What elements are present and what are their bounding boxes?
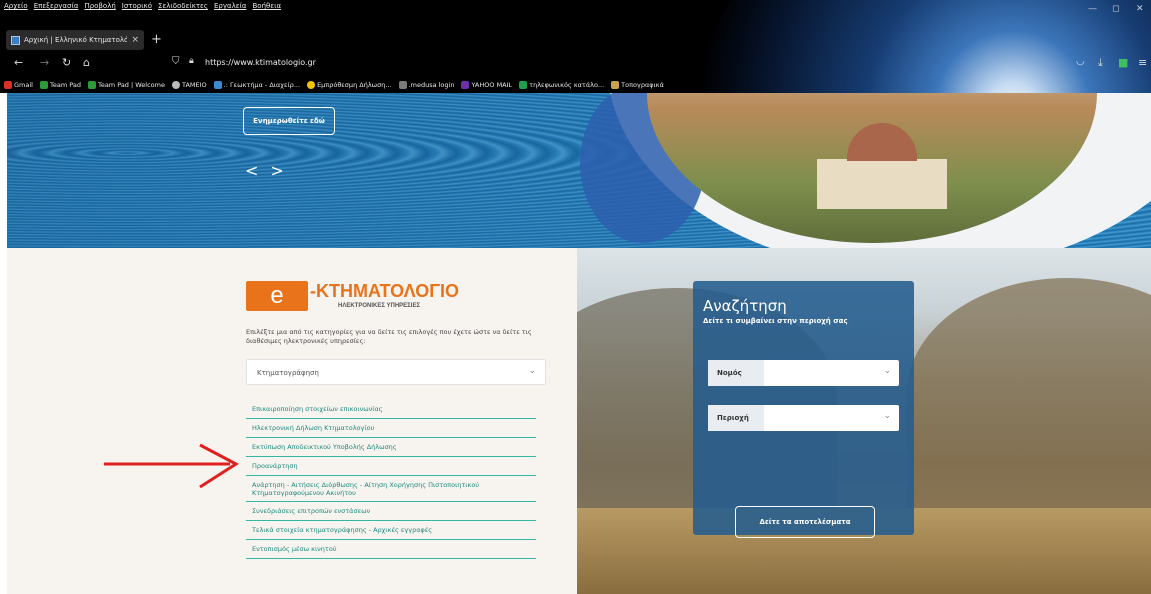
chevron-down-icon: ⌄ xyxy=(883,366,891,376)
search-title: Αναζήτηση xyxy=(703,297,787,315)
e-logo: e xyxy=(246,281,308,311)
search-card: Αναζήτηση Δείτε τι συμβαίνει στην περιοχ… xyxy=(693,281,914,538)
carousel-arrows: <> xyxy=(245,161,296,180)
bookmark-yahoo-mail[interactable]: YAHOO MAIL xyxy=(461,78,512,91)
topografika-icon xyxy=(611,80,620,89)
search-subtitle: Δείτε τι συμβαίνει στην περιοχή σας xyxy=(703,317,848,325)
bookmark-gmail[interactable]: Gmail xyxy=(4,78,33,91)
category-select[interactable]: Κτηματογράφηση ⌄ xyxy=(246,359,546,385)
phone-directory-icon xyxy=(519,80,528,89)
yahoo-mail-icon xyxy=(461,80,470,89)
mountain-right xyxy=(907,278,1151,508)
extension-icon[interactable]: ■ xyxy=(1118,56,1128,69)
service-link[interactable]: Συνεδριάσεις επιτροπών ενστάσεων xyxy=(246,502,536,521)
lock-icon[interactable]: 🔒︎ xyxy=(189,56,194,66)
medusa-icon xyxy=(398,80,407,89)
site-favicon-icon xyxy=(11,35,20,45)
logo-title: -ΚΤΗΜΑΤΟΛΟΓΙΟ xyxy=(310,281,460,301)
home-icon[interactable]: ⌂ xyxy=(83,56,90,69)
shield-icon[interactable]: ⛉ xyxy=(172,56,180,67)
service-link[interactable]: Προανάρτηση xyxy=(246,457,536,476)
menu-bookmarks[interactable]: Σελιδοδείκτες xyxy=(158,2,208,16)
service-link[interactable]: Ανάρτηση - Αιτήσεις Διόρθωσης - Αίτηση Χ… xyxy=(246,476,536,502)
bookmark-topografika[interactable]: Τοπογραφικά xyxy=(611,78,664,91)
globe-icon xyxy=(172,80,180,89)
bookmark-geoktima[interactable]: .: Γεωκτήμα - Διαχείρ... xyxy=(213,78,300,91)
arrow-head xyxy=(199,443,239,489)
chevron-down-icon: ⌄ xyxy=(883,411,891,421)
gmail-icon xyxy=(4,80,12,89)
download-icon[interactable]: ⤓ xyxy=(1098,56,1103,70)
service-link[interactable]: Εκτύπωση Αποδεικτικού Υποβολής Δήλωσης xyxy=(246,438,536,457)
browser-chrome: Αρχείο Επεξεργασία Προβολή Ιστορικό Σελι… xyxy=(0,0,1151,93)
bookmarks-toolbar: Gmail Team Pad Team Pad | Welcome TAMEIO… xyxy=(4,78,664,91)
hero-banner: Ενημερωθείτε εδώ <> xyxy=(7,93,1151,248)
show-results-button[interactable]: Δείτε τα αποτελέσματα xyxy=(735,506,875,538)
service-link[interactable]: Εντοπισμός μέσω κινητού xyxy=(246,540,536,559)
mosque-building xyxy=(817,159,947,209)
service-links: Επικαιροποίηση στοιχείων επικοινωνίας Ηλ… xyxy=(246,400,536,559)
red-arrow-annotation xyxy=(104,443,239,489)
back-icon[interactable]: ← xyxy=(14,56,23,69)
forward-icon[interactable]: → xyxy=(40,56,49,69)
dilosi-icon xyxy=(307,80,316,89)
menu-tools[interactable]: Εργαλεία xyxy=(214,2,247,16)
mosque-dome xyxy=(847,123,917,161)
chevron-down-icon: ⌄ xyxy=(528,366,536,376)
url-bar[interactable]: https://www.ktimatologio.gr xyxy=(205,58,316,67)
menu-view[interactable]: Προβολή xyxy=(84,2,115,16)
prefecture-select[interactable]: Νομός ⌄ xyxy=(708,360,899,386)
eservices-panel: e -ΚΤΗΜΑΤΟΛΟΓΙΟ ΗΛΕΚΤΡΟΝΙΚΕΣ ΥΠΗΡΕΣΙΕΣ Ε… xyxy=(7,248,577,594)
carousel-prev-icon[interactable]: < xyxy=(245,161,270,180)
menu-file[interactable]: Αρχείο xyxy=(4,2,28,16)
learn-more-button[interactable]: Ενημερωθείτε εδώ xyxy=(243,107,335,135)
logo-subtitle: ΗΛΕΚΤΡΟΝΙΚΕΣ ΥΠΗΡΕΣΙΕΣ xyxy=(338,303,421,309)
area-select[interactable]: Περιοχή ⌄ xyxy=(708,405,899,431)
new-tab-button[interactable]: + xyxy=(151,32,162,47)
navigation-bar: ← → ↻ ⌂ ⛉ 🔒︎ https://www.ktimatologio.gr… xyxy=(0,54,1151,76)
bookmark-dilosi[interactable]: Εμπρόθεσμη Δήλωση... xyxy=(307,78,392,91)
maximize-icon[interactable]: ◻ xyxy=(1112,4,1119,14)
minimize-icon[interactable]: — xyxy=(1088,4,1097,14)
landscape-panel: Αναζήτηση Δείτε τι συμβαίνει στην περιοχ… xyxy=(577,248,1151,594)
prefecture-label: Νομός xyxy=(708,360,764,386)
service-link[interactable]: Τελικά στοιχεία κτηματογράφησης - Αρχικέ… xyxy=(246,521,536,540)
bookmark-team-pad-welcome[interactable]: Team Pad | Welcome xyxy=(87,78,165,91)
menu-history[interactable]: Ιστορικό xyxy=(122,2,152,16)
reload-icon[interactable]: ↻ xyxy=(62,56,71,69)
app-menu-icon[interactable]: ≡ xyxy=(1138,56,1147,69)
category-selected-value: Κτηματογράφηση xyxy=(257,369,319,377)
tab-close-icon[interactable]: × xyxy=(131,35,139,45)
geoktima-icon xyxy=(213,80,222,89)
menu-bar: Αρχείο Επεξεργασία Προβολή Ιστορικό Σελι… xyxy=(4,2,281,16)
service-link[interactable]: Επικαιροποίηση στοιχείων επικοινωνίας xyxy=(246,400,536,419)
tab-title: Αρχική | Ελληνικό Κτηματολόγιο xyxy=(24,36,128,44)
intro-text: Επιλέξτε μια από τις κατηγορίες για να δ… xyxy=(246,328,532,345)
team-pad-icon xyxy=(39,80,48,89)
pocket-icon[interactable]: ◡ xyxy=(1076,56,1085,67)
team-pad-icon xyxy=(87,80,96,89)
service-link[interactable]: Ηλεκτρονική Δήλωση Κτηματολογίου xyxy=(246,419,536,438)
tab-bar: Αρχική | Ελληνικό Κτηματολόγιο × + xyxy=(0,28,1151,52)
bookmark-phone-directory[interactable]: τηλεφωνικός κατάλο... xyxy=(519,78,604,91)
close-window-icon[interactable]: ✕ xyxy=(1136,4,1144,14)
tab-ktimatologio[interactable]: Αρχική | Ελληνικό Κτηματολόγιο × xyxy=(6,30,144,50)
carousel-next-icon[interactable]: > xyxy=(270,161,295,180)
bookmark-tameio[interactable]: TAMEIO xyxy=(172,78,207,91)
menu-help[interactable]: Βοήθεια xyxy=(253,2,282,16)
bookmark-team-pad[interactable]: Team Pad xyxy=(39,78,81,91)
menu-edit[interactable]: Επεξεργασία xyxy=(34,2,79,16)
bookmark-medusa[interactable]: .medusa login xyxy=(398,78,454,91)
area-label: Περιοχή xyxy=(708,405,764,431)
